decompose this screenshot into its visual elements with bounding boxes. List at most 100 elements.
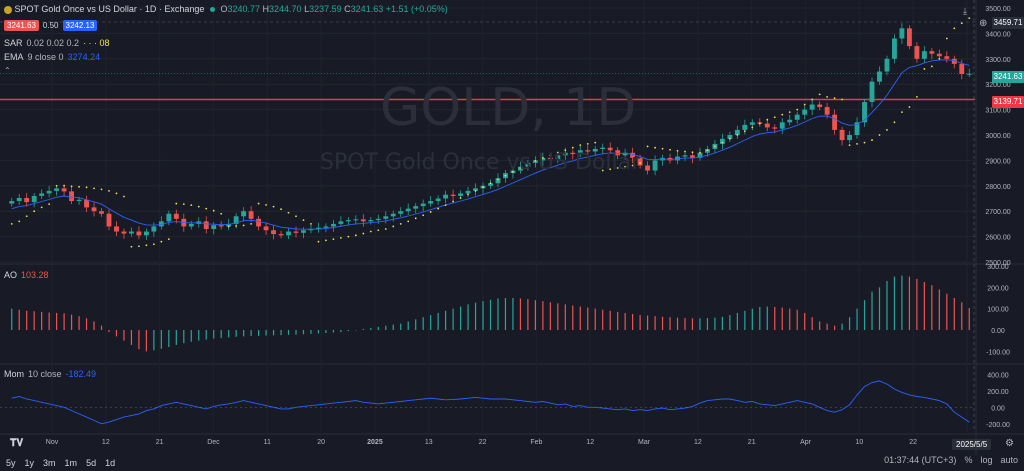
ao-bar	[781, 307, 783, 330]
sar-dot	[10, 223, 13, 225]
sar-dot	[699, 151, 701, 154]
mom-line	[11, 380, 970, 425]
ao-bar	[138, 330, 140, 350]
ao-bar	[430, 315, 432, 330]
sar-dot	[527, 163, 529, 166]
candle-body	[121, 231, 127, 234]
candle-body	[330, 223, 336, 227]
sar-dot	[242, 224, 245, 227]
sar-dot	[205, 207, 208, 210]
ao-bar	[280, 330, 282, 336]
candle-body	[645, 165, 651, 171]
sar-dot	[579, 144, 582, 147]
candle-body	[114, 226, 119, 232]
sar-dot	[48, 203, 51, 205]
symbol-title[interactable]: SPOT Gold Once vs US Dollar · 1D · Excha…	[15, 4, 205, 14]
timeframe-3m[interactable]: 3m	[43, 458, 56, 468]
sar-dot	[646, 145, 649, 148]
percent-toggle[interactable]: %	[964, 455, 972, 465]
mom-y-tick-label: 200.00	[987, 389, 1009, 396]
sar-dot	[549, 154, 552, 157]
x-tick-label: 21	[748, 439, 756, 446]
settings-gear-icon[interactable]: ⚙	[1005, 438, 1014, 449]
sar-dot	[145, 244, 148, 247]
ao-bar	[100, 325, 103, 330]
candle-body	[398, 211, 404, 214]
footer-controls: 01:37:44 (UTC+3) % log auto	[884, 455, 1018, 465]
sar-dot	[175, 202, 178, 205]
x-tick-label: 13	[425, 439, 433, 446]
ao-bar	[736, 312, 738, 330]
timeframe-1d[interactable]: 1d	[105, 458, 115, 468]
sar-dot	[497, 178, 499, 181]
ao-bar	[258, 330, 260, 336]
ao-y-tick-label: -100.00	[986, 349, 1010, 356]
candle-body	[929, 51, 935, 54]
timeframe-1y[interactable]: 1y	[25, 458, 35, 468]
ao-bar	[123, 330, 125, 341]
sar-dot	[788, 111, 791, 114]
sar-dot	[691, 151, 694, 154]
ao-bar	[489, 299, 492, 330]
sar-dot	[220, 212, 223, 215]
ao-legend[interactable]: AO 103.28	[4, 270, 49, 280]
candle-body	[166, 213, 172, 222]
candle-body	[592, 148, 598, 152]
sar-dot	[714, 145, 716, 148]
sar-dot	[63, 184, 66, 187]
sar-dot	[706, 149, 709, 152]
sar-dot	[796, 108, 799, 111]
candle-body	[383, 216, 389, 219]
candle-body	[921, 51, 927, 59]
sar-dot	[70, 185, 73, 188]
mom-y-tick-label: 400.00	[987, 372, 1009, 379]
candle-body	[547, 157, 553, 160]
sell-button[interactable]: 3241.63	[4, 20, 39, 31]
ema-legend[interactable]: EMA 9 close 0 3274.24	[4, 52, 100, 62]
candle-body	[173, 213, 179, 219]
log-toggle[interactable]: log	[980, 455, 992, 465]
candle-body	[413, 206, 419, 209]
buy-button[interactable]: 3242.13	[62, 20, 98, 31]
candle-body	[286, 231, 291, 236]
sar-legend[interactable]: SAR 0.02 0.02 0.2 · · · 08	[4, 38, 110, 48]
download-icon[interactable]: ⤓	[963, 6, 967, 17]
chart-canvas[interactable]: 2500.002600.002700.002800.002900.003000.…	[0, 0, 1024, 471]
clock-time[interactable]: 01:37:44 (UTC+3)	[884, 455, 956, 465]
add-alert-plus-icon[interactable]: ⊕	[979, 18, 987, 29]
auto-toggle[interactable]: auto	[1000, 455, 1018, 465]
ao-bar	[205, 330, 207, 340]
timeframe-5d[interactable]: 5d	[86, 458, 96, 468]
ao-bar	[198, 330, 200, 341]
ao-bar	[594, 308, 596, 330]
candle-body	[353, 219, 359, 221]
ohlc-high: 3244.70	[269, 4, 302, 14]
sar-dot	[437, 207, 440, 210]
candle-body	[458, 193, 464, 196]
sar-dot	[160, 240, 163, 243]
ao-bar	[706, 318, 709, 330]
candle-body	[877, 71, 882, 82]
candle-body	[188, 223, 194, 227]
collapse-legend-icon[interactable]: ⌃	[4, 66, 11, 75]
ao-bar	[26, 310, 28, 330]
sar-dot	[265, 203, 267, 206]
candle-body	[824, 107, 830, 115]
sar-dot	[40, 206, 43, 209]
candle-body	[345, 220, 351, 222]
timeframe-1m[interactable]: 1m	[65, 458, 78, 468]
candle-body	[862, 101, 867, 123]
mom-label: Mom	[4, 369, 24, 379]
sar-dot	[661, 147, 664, 150]
ao-bar	[946, 293, 948, 330]
ao-bar	[70, 314, 73, 330]
candle-body	[637, 157, 643, 166]
x-tick-label: 22	[909, 439, 917, 446]
timeframe-5y[interactable]: 5y	[6, 458, 16, 468]
mom-legend[interactable]: Mom 10 close -182.49	[4, 369, 96, 379]
candle-body	[443, 194, 449, 199]
candle-body	[555, 155, 561, 160]
sar-dot	[848, 144, 851, 147]
sar-dot	[915, 96, 918, 98]
sar-dot	[33, 210, 36, 213]
